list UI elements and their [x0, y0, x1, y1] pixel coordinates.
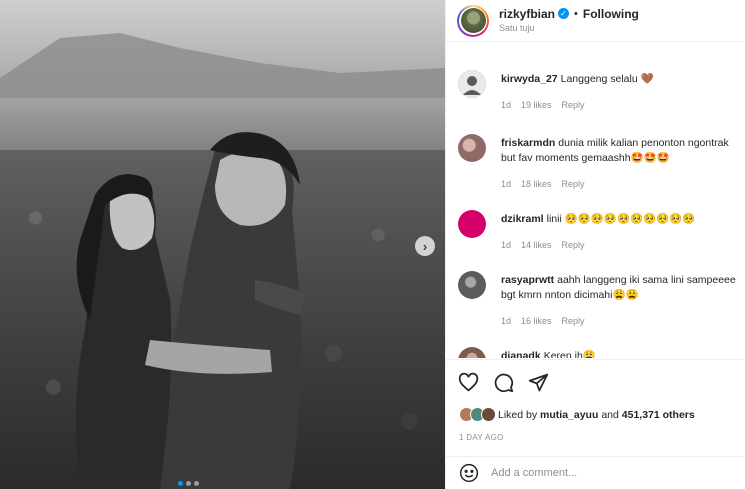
likes-summary: Liked by mutia_ayuu and 451,371 others	[459, 407, 695, 422]
liked-by-user[interactable]: mutia_ayuu	[540, 409, 598, 421]
comments-list[interactable]: kirwyda_27 Langgeng selalu 🤎 1d 19 likes …	[446, 42, 745, 358]
verified-badge-icon: ✓	[558, 8, 570, 19]
comment-text: Langgeng selalu 🤎	[560, 73, 654, 85]
author-avatar[interactable]	[457, 4, 489, 37]
comment-likes[interactable]: 14 likes	[521, 240, 552, 250]
emoji-icon[interactable]	[459, 463, 479, 483]
carousel-next-button[interactable]: ›	[415, 236, 435, 256]
following-button[interactable]: Following	[583, 7, 639, 21]
commenter-avatar[interactable]	[458, 134, 486, 162]
comment-reply-button[interactable]: Reply	[562, 240, 585, 250]
comment-username[interactable]: friskarmdn	[501, 137, 555, 149]
post-header: rizkyfbian ✓ • Following Satu tuju	[446, 0, 745, 42]
author-subline: Satu tuju	[499, 22, 535, 33]
person-icon	[463, 76, 481, 95]
comment-username[interactable]: rasyaprwtt	[501, 274, 554, 286]
comment-username[interactable]: dzikraml	[501, 213, 544, 225]
carousel-dot-3	[194, 481, 199, 486]
comment-time[interactable]: 1d	[501, 240, 511, 250]
comment-text: Keren ih😩	[543, 350, 596, 358]
comment-reply-button[interactable]: Reply	[562, 179, 585, 189]
comment-username[interactable]: kirwyda_27	[501, 73, 558, 85]
commenter-avatar[interactable]	[458, 210, 486, 238]
comment-reply-button[interactable]: Reply	[562, 100, 585, 110]
share-icon[interactable]	[528, 372, 549, 393]
comment-text-continued: bgt kmrn nnton dicimahi😩😩	[501, 289, 639, 301]
author-username[interactable]: rizkyfbian	[499, 7, 555, 21]
carousel-dot-1	[178, 481, 183, 486]
comment-time[interactable]: 1d	[501, 316, 511, 326]
post-date[interactable]: 1 DAY AGO	[459, 433, 504, 442]
comment-time[interactable]: 1d	[501, 179, 511, 189]
liked-by-avatars	[459, 407, 496, 422]
comment-likes[interactable]: 16 likes	[521, 316, 552, 326]
comment-likes[interactable]: 18 likes	[521, 179, 552, 189]
author-avatar-image	[460, 8, 486, 33]
carousel-dots	[178, 481, 199, 486]
header-separator: •	[574, 7, 578, 20]
comment-text: aahh langgeng iki sama lini sampeeee	[557, 274, 736, 286]
photo-couple	[76, 132, 305, 489]
comment-likes[interactable]: 19 likes	[521, 100, 552, 110]
commenter-avatar[interactable]	[458, 347, 486, 358]
comment-time[interactable]: 1d	[501, 100, 511, 110]
post-photo[interactable]: ›	[0, 0, 445, 489]
liked-by-prefix: Liked by	[498, 408, 538, 421]
comment-username[interactable]: dianadk	[501, 350, 541, 358]
add-comment-bar	[446, 456, 745, 489]
add-comment-input[interactable]	[491, 467, 721, 479]
comment-reply-button[interactable]: Reply	[562, 316, 585, 326]
post-actions: Liked by mutia_ayuu and 451,371 others 1…	[446, 359, 745, 455]
commenter-avatar[interactable]	[458, 70, 486, 98]
likes-others-count[interactable]: 451,371 others	[622, 409, 695, 421]
carousel-dot-2	[186, 481, 191, 486]
comment-text: linii 🥺🥺🥺🥺🥺🥺🥺🥺🥺🥺	[546, 213, 696, 225]
comment-text-continued: but fav moments gemaashh🤩🤩🤩	[501, 152, 670, 164]
comment-text: dunia milik kalian penonton ngontrak	[558, 137, 729, 149]
liker-avatar[interactable]	[481, 407, 496, 422]
comment-icon[interactable]	[493, 372, 514, 393]
post-side-panel: rizkyfbian ✓ • Following Satu tuju kirwy…	[445, 0, 745, 489]
heart-icon[interactable]	[458, 372, 479, 393]
commenter-avatar[interactable]	[458, 271, 486, 299]
